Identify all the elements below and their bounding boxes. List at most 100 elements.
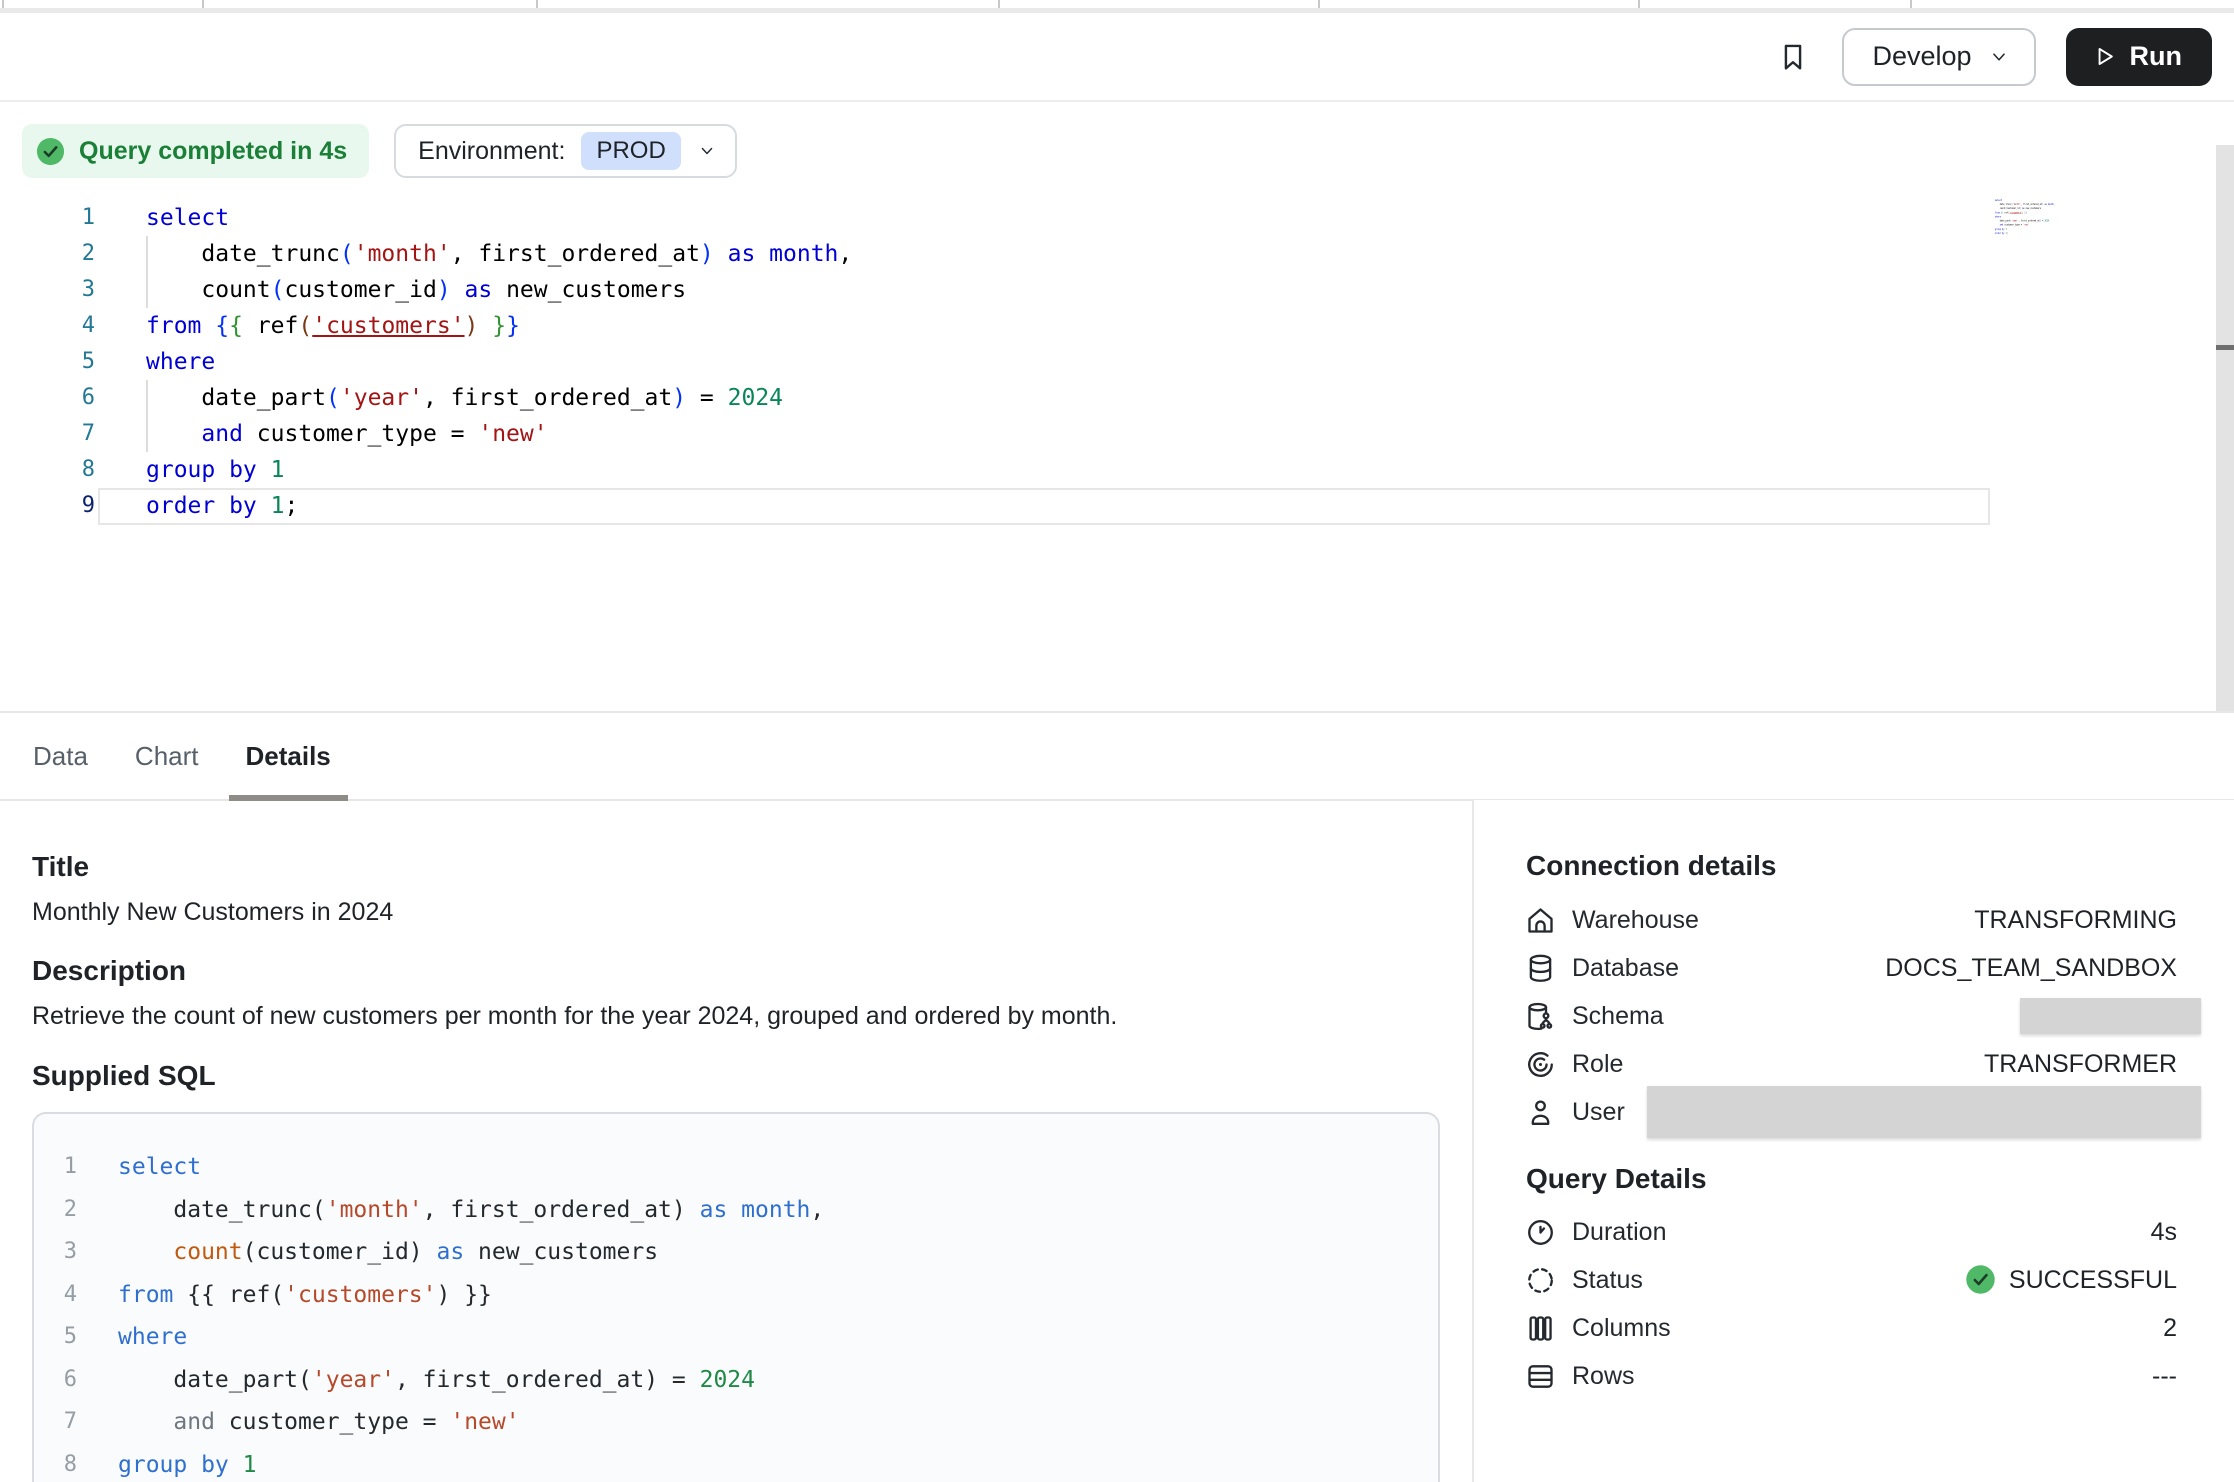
query-status-badge: Query completed in 4s [22,124,369,178]
detail-row: Database DOCS_TEAM_SANDBOX [1474,944,2234,992]
detail-value: 4s [2151,1218,2177,1247]
detail-value-text: TRANSFORMING [1974,906,2177,935]
redacted-value [2020,998,2201,1034]
detail-label: Duration [1572,1218,1667,1247]
sql-ide-page: Develop Run Query completed in 4s Enviro… [0,0,2234,1482]
title-value: Monthly New Customers in 2024 [32,898,393,927]
detail-label: Columns [1572,1314,1671,1343]
status-row: Query completed in 4s Environment: PROD [22,124,737,178]
detail-value: SUCCESSFUL [1965,1264,2177,1297]
line-number: 3 [34,1231,77,1274]
code-line[interactable]: 1select [0,200,2000,236]
develop-label: Develop [1872,41,1971,72]
line-number: 1 [34,1146,77,1189]
detail-value-text: DOCS_TEAM_SANDBOX [1885,954,2177,983]
run-button[interactable]: Run [2066,28,2212,86]
editor-scrollbar[interactable] [2216,145,2234,711]
detail-value: TRANSFORMER [1984,1050,2177,1079]
tab-separator [1638,0,1640,8]
tab-chart[interactable]: Chart [135,713,199,799]
detail-row: Rows --- [1474,1352,2234,1400]
results-tab-bar: Data Chart Details [0,711,2234,801]
code-line[interactable]: 8group by 1 [0,452,2000,488]
line-number: 5 [0,344,95,380]
supplied-sql-heading: Supplied SQL [32,1060,216,1092]
detail-value-text: --- [2152,1362,2177,1391]
rows-icon [1524,1360,1557,1393]
code-line[interactable]: 1select [34,1146,1438,1189]
code-line[interactable]: 7 and customer_type = 'new' [0,416,2000,452]
environment-selector[interactable]: Environment: PROD [394,124,737,178]
tab-separator [1910,0,1912,8]
detail-row: RoleTRANSFORMER [1474,1040,2234,1088]
bookmark-icon [1776,40,1810,74]
line-number: 2 [0,236,95,272]
connection-details-heading: Connection details [1526,850,1776,882]
tab-separator [2,0,4,8]
code-line[interactable]: 2 date_trunc('month', first_ordered_at) … [34,1189,1438,1232]
tab-details[interactable]: Details [246,713,331,799]
code-line[interactable]: 4from {{ ref('customers') }} [0,308,2000,344]
editor-minimap[interactable]: 1select2 date_trunc('month', first_order… [1995,198,2110,248]
chevron-down-icon [1988,46,2010,68]
schema-icon [1524,1000,1557,1033]
detail-value-text: 4s [2151,1218,2177,1247]
detail-label: Warehouse [1572,906,1699,935]
code-line[interactable]: 7 and customer_type = 'new' [34,1401,1438,1444]
connection-details-rows: Warehouse TRANSFORMING Database DOCS_TEAM_S… [1474,896,2234,1136]
status-icon [1524,1264,1557,1297]
code-line[interactable]: 2 date_trunc('month', first_ordered_at) … [0,236,2000,272]
code-line[interactable]: 5where [0,344,2000,380]
tab-data[interactable]: Data [33,713,88,799]
code-line[interactable]: 6 date_part('year', first_ordered_at) = … [0,380,2000,416]
scrollbar-marker [2216,345,2234,350]
detail-value: DOCS_TEAM_SANDBOX [1885,954,2177,983]
detail-label: Schema [1572,1002,1664,1031]
line-number: 6 [34,1359,77,1402]
query-status-text: Query completed in 4s [79,137,347,166]
line-number: 1 [0,200,95,236]
description-heading: Description [32,955,186,987]
environment-label: Environment: [418,137,565,166]
code-line[interactable]: 4from {{ ref('customers') }} [34,1274,1438,1317]
detail-value: --- [2152,1362,2177,1391]
run-label: Run [2130,41,2182,72]
redacted-value [1647,1086,2201,1138]
role-icon [1524,1048,1557,1081]
code-line[interactable]: 8group by 1 [34,1444,1438,1482]
develop-button[interactable]: Develop [1842,28,2035,86]
tab-separator [998,0,1000,8]
play-icon [2090,43,2117,70]
bookmark-button[interactable] [1774,38,1812,76]
query-details-heading: Query Details [1526,1163,1707,1195]
code-line[interactable]: 6 date_part('year', first_ordered_at) = … [34,1359,1438,1402]
sql-editor[interactable]: 1select2 date_trunc('month', first_order… [0,200,2000,524]
detail-label: Database [1572,954,1679,983]
line-number: 8 [34,1444,77,1482]
tab-separator [1318,0,1320,8]
line-number: 9 [0,488,95,524]
code-line[interactable]: 3 count(customer_id) as new_customers [34,1231,1438,1274]
line-number: 6 [0,380,95,416]
detail-label: Rows [1572,1362,1635,1391]
check-circle-icon [35,136,66,167]
toolbar: Develop Run [0,13,2234,102]
line-number: 8 [0,452,95,488]
description-value: Retrieve the count of new customers per … [32,1002,1117,1031]
details-side-panel: Connection details Warehouse TRANSFORMING… [1472,800,2234,1482]
environment-value-badge: PROD [581,132,680,170]
supplied-sql-code-block: 1select2 date_trunc('month', first_order… [32,1112,1440,1482]
database-icon [1524,952,1557,985]
code-line[interactable]: 9order by 1; [0,488,2000,524]
detail-label: Status [1572,1266,1643,1295]
detail-row: Status SUCCESSFUL [1474,1256,2234,1304]
query-details-rows: Duration4sStatusSUCCESSFULColumns2Rows--… [1474,1208,2234,1400]
detail-value: TRANSFORMING [1974,906,2177,935]
code-line[interactable]: 5where [34,1316,1438,1359]
line-number: 4 [34,1274,77,1317]
detail-value [2020,998,2177,1034]
code-line[interactable]: 3 count(customer_id) as new_customers [0,272,2000,308]
tab-separator [202,0,204,8]
detail-value-text: TRANSFORMER [1984,1050,2177,1079]
code-line[interactable]: 9order by 1; [1995,231,2110,235]
